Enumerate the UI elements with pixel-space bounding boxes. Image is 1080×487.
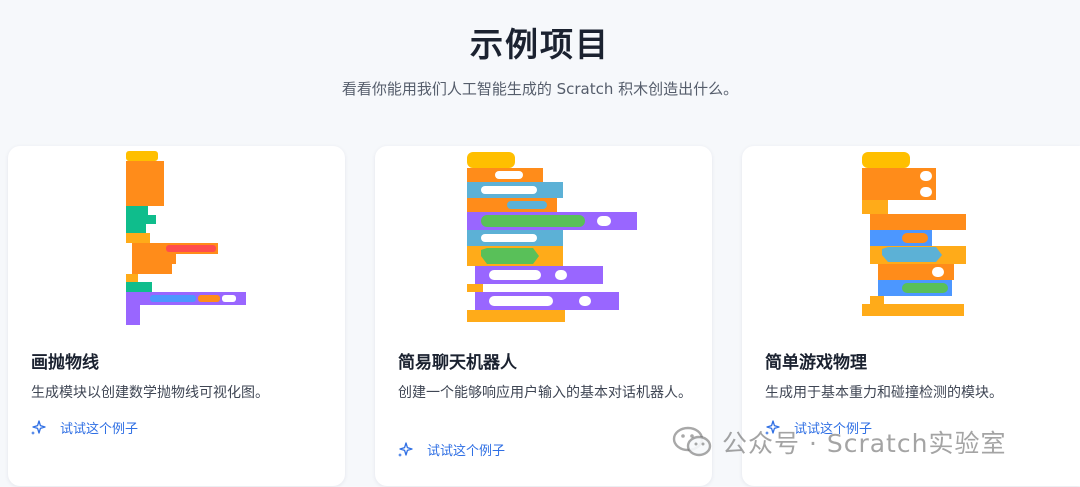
try-example-label: 试试这个例子	[427, 444, 506, 459]
sparkle-icon	[31, 419, 46, 435]
wechat-logo-icon	[672, 426, 712, 457]
scratch-blocks-preview-image	[126, 151, 246, 325]
watermark: 公众号 · Scratch实验室	[672, 424, 1006, 460]
sparkle-icon	[398, 441, 413, 457]
try-example-label: 试试这个例子	[60, 422, 139, 437]
example-card-parabola[interactable]: 画抛物线 生成模块以创建数学抛物线可视化图。 试试这个例子	[8, 146, 345, 486]
page-subtitle: 看看你能用我们人工智能生成的 Scratch 积木创造出什么。	[341, 80, 739, 98]
card-description: 生成模块以创建数学抛物线可视化图。	[31, 385, 269, 401]
card-title: 简易聊天机器人	[398, 353, 517, 373]
watermark-text: 公众号 · Scratch实验室	[722, 429, 1007, 458]
scratch-blocks-preview-image	[862, 152, 966, 316]
example-card-chatbot[interactable]: 简易聊天机器人 创建一个能够响应用户输入的基本对话机器人。 试试这个例子	[375, 146, 712, 486]
try-example-link[interactable]: 试试这个例子	[30, 418, 138, 437]
card-description: 创建一个能够响应用户输入的基本对话机器人。	[398, 385, 692, 401]
page-title: 示例项目	[470, 25, 610, 64]
scratch-blocks-preview-image	[467, 152, 637, 322]
try-example-link[interactable]: 试试这个例子	[397, 440, 505, 459]
card-description: 生成用于基本重力和碰撞检测的模块。	[765, 385, 1003, 401]
card-title: 画抛物线	[31, 353, 99, 373]
card-title: 简单游戏物理	[765, 353, 867, 373]
